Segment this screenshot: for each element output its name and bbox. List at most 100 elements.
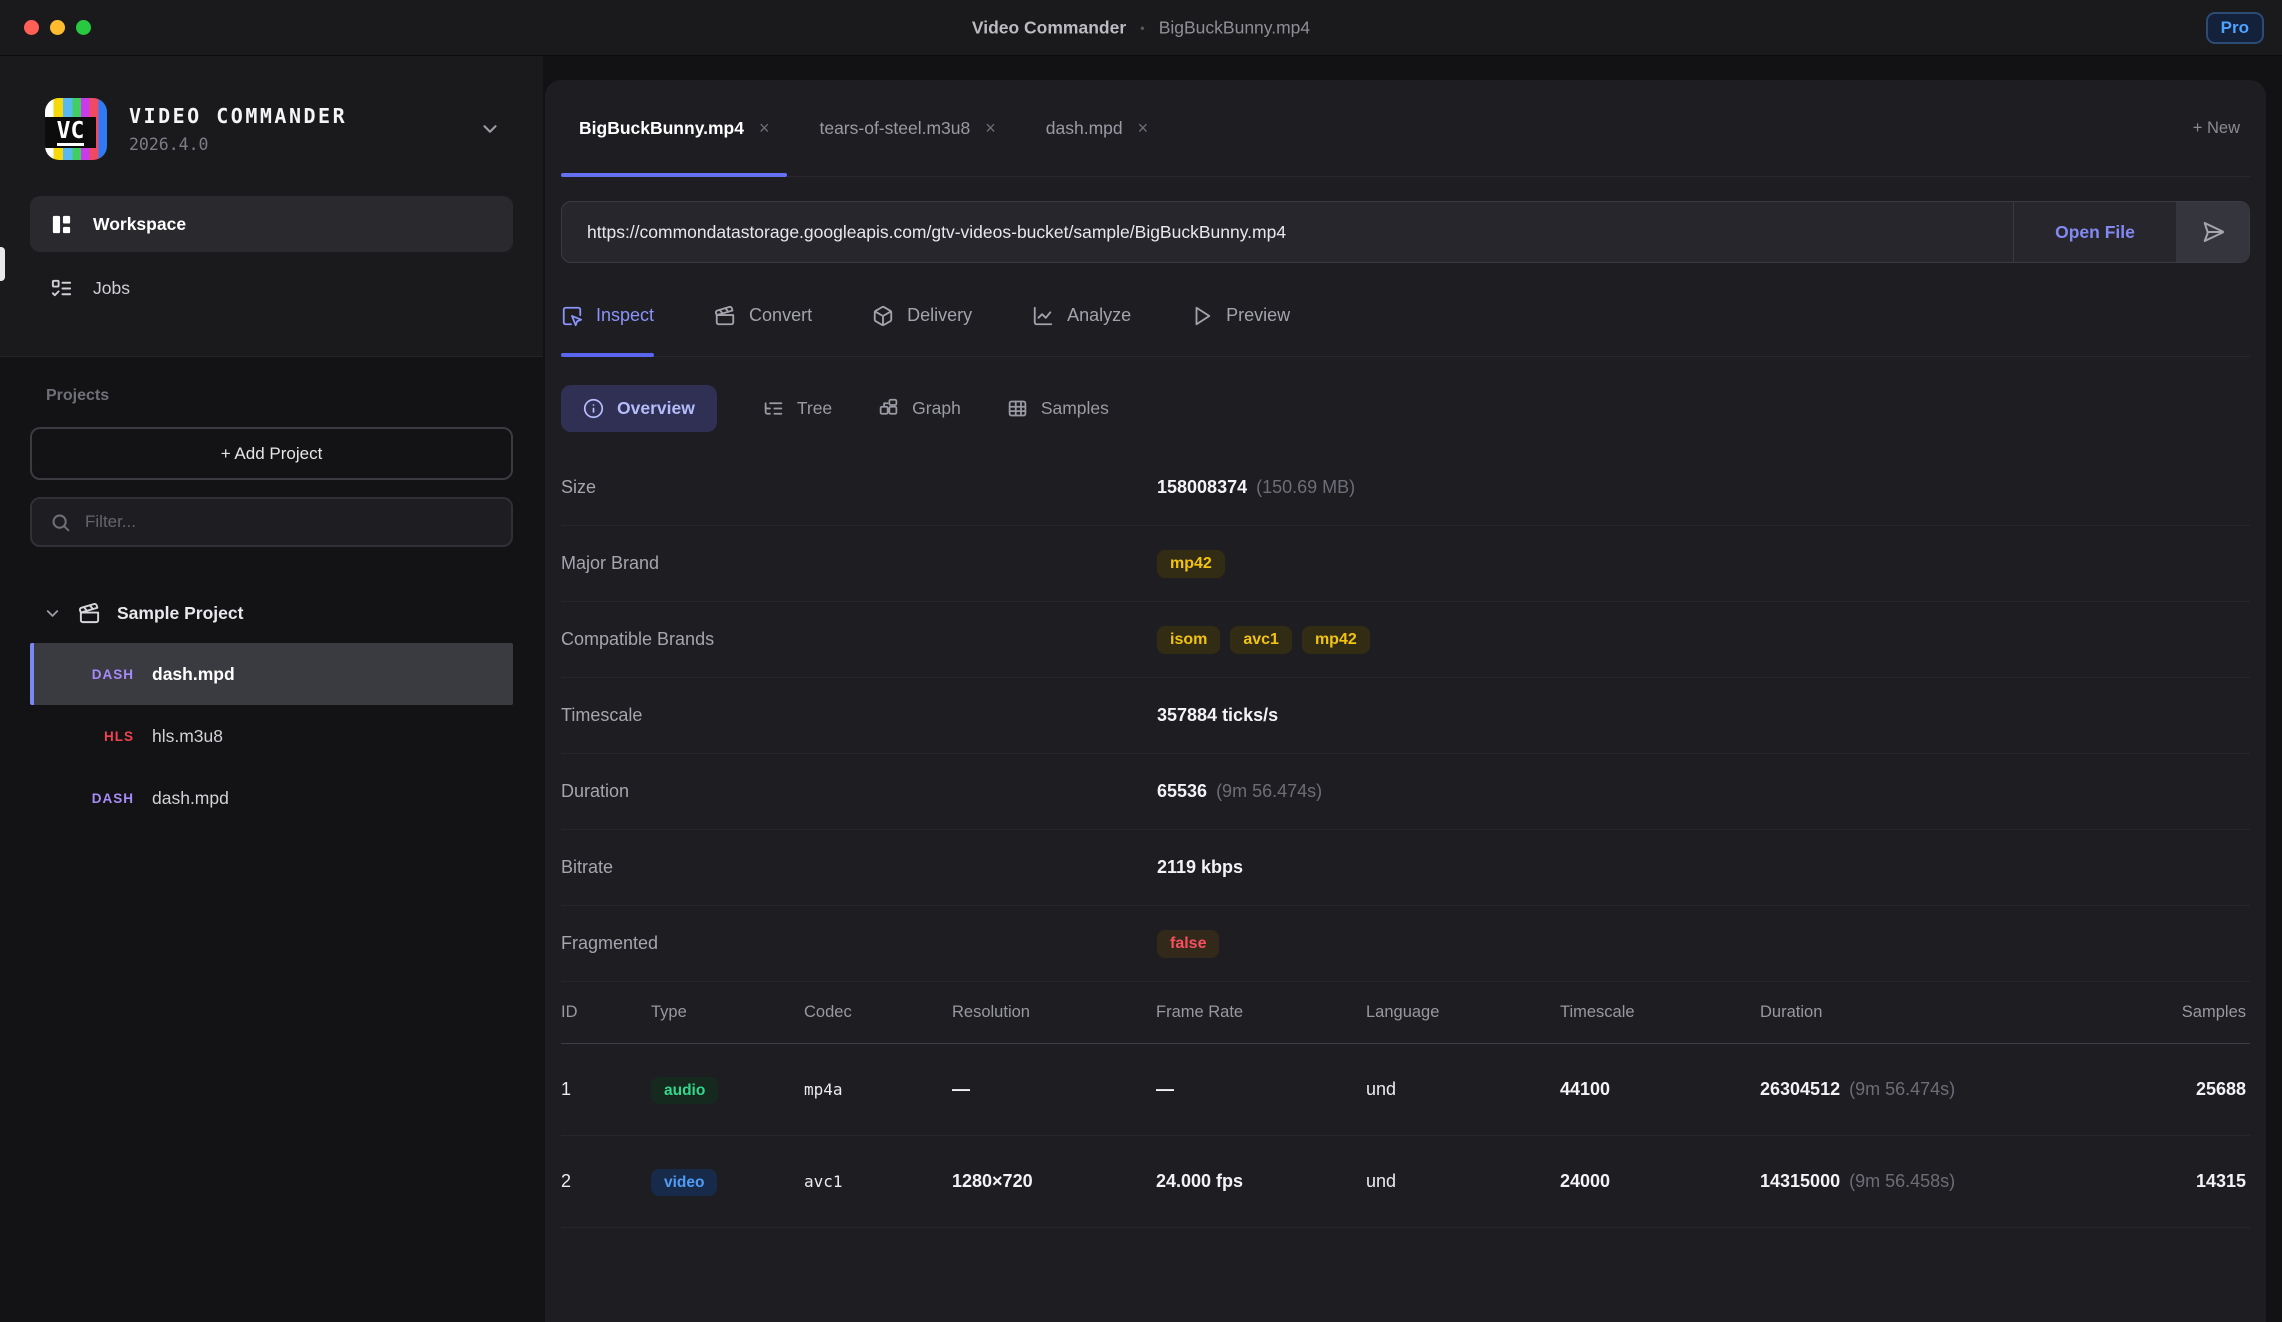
format-badge-dash: DASH bbox=[34, 667, 134, 682]
file-tabs: BigBuckBunny.mp4 × tears-of-steel.m3u8 ×… bbox=[561, 80, 2250, 177]
track-id: 1 bbox=[561, 1079, 651, 1100]
traffic-lights bbox=[24, 20, 91, 35]
tab-delivery[interactable]: Delivery bbox=[872, 275, 972, 356]
brand-name: VIDEO COMMANDER bbox=[129, 104, 347, 128]
view-tab-samples[interactable]: Samples bbox=[1007, 398, 1109, 419]
view-tab-graph[interactable]: Graph bbox=[878, 398, 961, 419]
file-tab-bigbuckbunny[interactable]: BigBuckBunny.mp4 × bbox=[561, 80, 787, 176]
sidebar-item-label: Jobs bbox=[93, 278, 130, 299]
fragmented-badge: false bbox=[1157, 930, 1219, 958]
tree-item-dash-mpd[interactable]: DASH dash.mpd bbox=[30, 643, 513, 705]
logo-band: VC bbox=[45, 117, 96, 148]
tree-item-name: hls.m3u8 bbox=[152, 726, 223, 747]
property-value-muted: (9m 56.474s) bbox=[1216, 781, 1322, 801]
load-url-button[interactable] bbox=[2176, 202, 2249, 262]
tab-label: Inspect bbox=[596, 305, 654, 326]
tab-analyze[interactable]: Analyze bbox=[1032, 275, 1131, 356]
sidebar-item-workspace[interactable]: Workspace bbox=[30, 196, 513, 252]
tree-item-name: dash.mpd bbox=[152, 664, 235, 685]
table-icon bbox=[1007, 398, 1028, 419]
property-row-major-brand: Major Brand mp42 bbox=[561, 526, 2250, 602]
track-id: 2 bbox=[561, 1171, 651, 1192]
tree-item-hls-m3u8[interactable]: HLS hls.m3u8 bbox=[30, 705, 513, 767]
file-tab-tears-of-steel[interactable]: tears-of-steel.m3u8 × bbox=[801, 80, 1013, 176]
tab-inspect[interactable]: Inspect bbox=[561, 275, 654, 356]
document-title: BigBuckBunny.mp4 bbox=[1159, 17, 1310, 38]
graph-blocks-icon bbox=[878, 398, 899, 419]
projects-section-label: Projects bbox=[30, 387, 513, 405]
inspect-icon bbox=[561, 305, 583, 327]
file-tab-dash-mpd[interactable]: dash.mpd × bbox=[1028, 80, 1166, 176]
track-resolution: — bbox=[952, 1079, 1156, 1100]
workspace-icon bbox=[50, 213, 73, 236]
track-frame-rate: — bbox=[1156, 1079, 1366, 1100]
close-window-button[interactable] bbox=[24, 20, 39, 35]
property-label: Fragmented bbox=[561, 933, 1157, 954]
close-icon[interactable]: × bbox=[759, 118, 770, 139]
new-tab-button[interactable]: + New bbox=[2193, 119, 2250, 138]
column-header: Codec bbox=[804, 1003, 952, 1022]
url-input[interactable] bbox=[587, 222, 2013, 243]
app-title: Video Commander bbox=[972, 17, 1126, 38]
property-value: 2119 kbps bbox=[1157, 857, 1243, 878]
track-type-badge: audio bbox=[651, 1077, 718, 1104]
file-tab-label: BigBuckBunny.mp4 bbox=[579, 118, 744, 139]
property-row-timescale: Timescale 357884 ticks/s bbox=[561, 678, 2250, 754]
workspace-panel: BigBuckBunny.mp4 × tears-of-steel.m3u8 ×… bbox=[545, 80, 2266, 1322]
view-tab-label: Overview bbox=[617, 398, 695, 419]
property-value: 158008374(150.69 MB) bbox=[1157, 477, 1355, 498]
project-filter[interactable] bbox=[30, 497, 513, 547]
sidebar: VC VIDEO COMMANDER 2026.4.0 Workspace bbox=[0, 56, 543, 1322]
view-tab-label: Tree bbox=[797, 398, 832, 419]
table-row-video-track[interactable]: 2 video avc1 1280×720 24.000 fps und 240… bbox=[561, 1136, 2250, 1228]
view-tab-tree[interactable]: Tree bbox=[763, 398, 832, 419]
app-logo: VC bbox=[45, 98, 107, 160]
view-tab-overview[interactable]: Overview bbox=[561, 385, 717, 432]
close-icon[interactable]: × bbox=[985, 118, 996, 139]
chevron-down-icon[interactable] bbox=[43, 604, 62, 623]
brand-badge: avc1 bbox=[1230, 626, 1292, 654]
sidebar-item-jobs[interactable]: Jobs bbox=[30, 260, 513, 316]
brand-text: VIDEO COMMANDER 2026.4.0 bbox=[129, 104, 347, 154]
mode-tabs: Inspect Convert Delivery bbox=[561, 275, 2250, 357]
project-tree-header[interactable]: Sample Project bbox=[30, 591, 513, 635]
track-language: und bbox=[1366, 1171, 1560, 1192]
tab-convert[interactable]: Convert bbox=[714, 275, 812, 356]
track-duration: 14315000(9m 56.458s) bbox=[1760, 1171, 2160, 1192]
open-file-button[interactable]: Open File bbox=[2013, 202, 2176, 262]
brand-switcher[interactable]: VC VIDEO COMMANDER 2026.4.0 bbox=[30, 98, 513, 160]
table-row-audio-track[interactable]: 1 audio mp4a — — und 44100 26304512(9m 5… bbox=[561, 1044, 2250, 1136]
zoom-window-button[interactable] bbox=[76, 20, 91, 35]
brand-badge: mp42 bbox=[1157, 550, 1225, 578]
filter-input[interactable] bbox=[85, 512, 493, 532]
pro-badge[interactable]: Pro bbox=[2206, 12, 2264, 44]
tab-preview[interactable]: Preview bbox=[1191, 275, 1290, 356]
tree-item-name: dash.mpd bbox=[152, 788, 229, 809]
play-icon bbox=[1191, 305, 1213, 327]
search-icon bbox=[50, 512, 71, 533]
sidebar-top-section: VC VIDEO COMMANDER 2026.4.0 Workspace bbox=[0, 56, 543, 357]
tree-item-dash-mpd-2[interactable]: DASH dash.mpd bbox=[30, 767, 513, 829]
property-label: Compatible Brands bbox=[561, 629, 1157, 650]
url-bar: Open File bbox=[561, 201, 2250, 263]
sidebar-projects-section: Projects + Add Project Sample Project bbox=[0, 357, 543, 1322]
minimize-window-button[interactable] bbox=[50, 20, 65, 35]
title-separator-dot: • bbox=[1140, 20, 1145, 35]
tab-label: Convert bbox=[749, 305, 812, 326]
tab-label: Delivery bbox=[907, 305, 972, 326]
property-value: 357884 ticks/s bbox=[1157, 705, 1278, 726]
tracks-table: ID Type Codec Resolution Frame Rate Lang… bbox=[561, 982, 2250, 1228]
url-input-wrap bbox=[562, 202, 2013, 262]
add-project-button[interactable]: + Add Project bbox=[30, 427, 513, 480]
chevron-down-icon[interactable] bbox=[479, 118, 501, 140]
chart-line-icon bbox=[1032, 305, 1054, 327]
track-codec: avc1 bbox=[804, 1172, 952, 1191]
send-icon bbox=[2201, 220, 2225, 244]
track-timescale: 44100 bbox=[1560, 1079, 1760, 1100]
view-tab-label: Samples bbox=[1041, 398, 1109, 419]
close-icon[interactable]: × bbox=[1138, 118, 1149, 139]
column-header: Timescale bbox=[1560, 1003, 1760, 1022]
format-badge-hls: HLS bbox=[34, 729, 134, 744]
column-header: Resolution bbox=[952, 1003, 1156, 1022]
format-badge-dash: DASH bbox=[34, 791, 134, 806]
